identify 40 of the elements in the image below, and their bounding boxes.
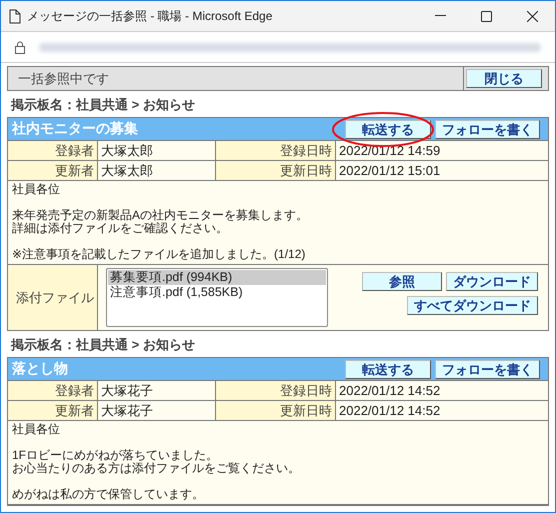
message-title: 落とし物 bbox=[12, 360, 69, 378]
body-text-line: 社員各位 bbox=[12, 423, 60, 436]
field-label: 登録日時 bbox=[216, 381, 336, 400]
field-label: 更新日時 bbox=[216, 401, 336, 420]
body-text-line: めがねは私の方で保管しています。 bbox=[12, 488, 204, 501]
lock-icon bbox=[15, 40, 25, 54]
forward-button[interactable]: 転送する bbox=[345, 120, 431, 138]
field-label: 更新者 bbox=[8, 401, 98, 420]
field-value: 2022/01/12 14:52 bbox=[338, 402, 442, 420]
field-label: 登録者 bbox=[8, 381, 98, 400]
field-label: 登録者 bbox=[8, 141, 98, 160]
write-follow-up-button[interactable]: フォローを書く bbox=[435, 360, 540, 378]
field-value: 2022/01/12 14:59 bbox=[338, 142, 442, 160]
body-text-line: お心当たりのある方は添付ファイルをご覧ください。 bbox=[12, 462, 300, 475]
status-text: 一括参照中です bbox=[17, 70, 110, 88]
board-path: 掲示板名：社員共通 > お知らせ bbox=[10, 96, 196, 114]
body-text-line: 詳細は添付ファイルをご確認ください。 bbox=[12, 222, 228, 235]
message-title: 社内モニターの募集 bbox=[12, 120, 139, 138]
close-button[interactable]: 閉じる bbox=[466, 69, 542, 88]
download-all-button[interactable]: すべてダウンロード bbox=[407, 296, 538, 315]
body-text-line: ※注意事項を記載したファイルを追加しました。(1/12) bbox=[12, 248, 306, 261]
body-text-line: 来年発売予定の新製品Aの社内モニターを募集します。 bbox=[12, 209, 308, 222]
browse-button[interactable]: 参照 bbox=[362, 272, 442, 291]
page-icon bbox=[9, 8, 21, 24]
download-button[interactable]: ダウンロード bbox=[446, 272, 538, 291]
field-label: 登録日時 bbox=[216, 141, 336, 160]
board-path: 掲示板名：社員共通 > お知らせ bbox=[10, 336, 196, 354]
body-text-line: 1Fロビーにめがねが落ちていました。 bbox=[12, 449, 218, 462]
field-label: 添付ファイル bbox=[8, 265, 98, 330]
attachment-list[interactable]: 募集要項.pdf (994KB) 注意事項.pdf (1,585KB) bbox=[106, 268, 328, 327]
write-follow-up-button[interactable]: フォローを書く bbox=[435, 120, 540, 138]
field-label: 更新日時 bbox=[216, 161, 336, 180]
body-text-line: 社員各位 bbox=[12, 183, 60, 196]
field-label: 更新者 bbox=[8, 161, 98, 180]
attachment-item[interactable]: 注意事項.pdf (1,585KB) bbox=[108, 285, 326, 300]
attachment-item[interactable]: 募集要項.pdf (994KB) bbox=[108, 270, 326, 285]
forward-button[interactable]: 転送する bbox=[345, 360, 431, 378]
field-value: 2022/01/12 14:52 bbox=[338, 382, 442, 400]
window-title: メッセージの一括参照 - 職場 - Microsoft Edge bbox=[27, 8, 274, 24]
field-value: 2022/01/12 15:01 bbox=[338, 162, 442, 180]
